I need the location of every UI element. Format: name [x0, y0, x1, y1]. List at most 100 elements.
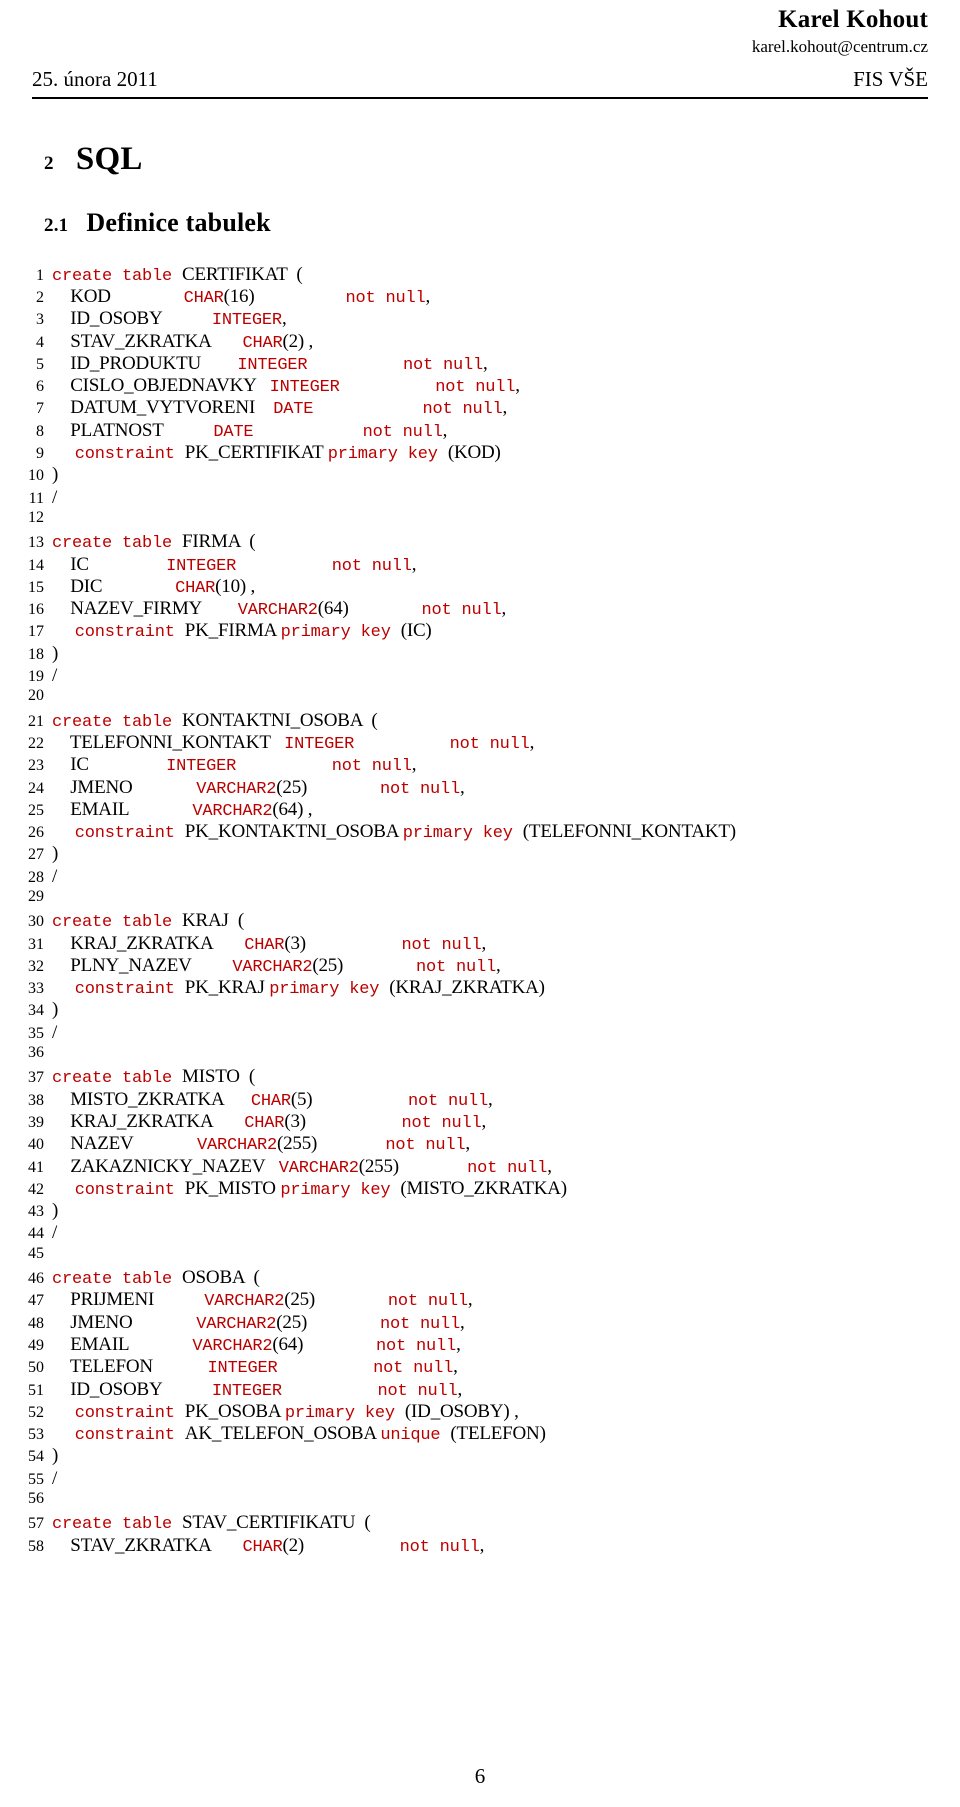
code-token-kw: constraint [74, 445, 185, 465]
code-token-kw: create table [52, 1069, 183, 1089]
code-token-pun [265, 1156, 279, 1177]
code-token-idn: IC [70, 553, 89, 575]
code-line: 57 create table STAV_CERTIFIKATU ( [10, 1512, 942, 1534]
code-token-idn: NAZEV_FIRMY [70, 598, 202, 620]
code-token-pun [52, 1089, 70, 1110]
code-text: NAZEV_FIRMY VARCHAR2(64) not null, [52, 598, 506, 620]
code-line: 28 / [10, 866, 942, 888]
code-line: 30 create table KRAJ ( [10, 910, 942, 932]
line-number: 14 [28, 556, 44, 574]
code-token-pun: ) [52, 1445, 59, 1467]
line-number: 21 [28, 712, 44, 730]
code-token-pun [52, 1312, 70, 1333]
code-token-typ: CHAR [242, 333, 283, 353]
code-token-pun [313, 397, 422, 418]
code-token-kw: unique [380, 1426, 451, 1446]
page-header: Karel Kohout karel.kohout@centrum.cz 25.… [0, 0, 960, 92]
code-text: create table KONTAKTNI_OSOBA ( [52, 710, 378, 732]
section-number: 2 [44, 152, 54, 174]
code-text: ) [52, 464, 58, 486]
code-token-pun [102, 576, 175, 597]
code-token-typ: CHAR [244, 1113, 285, 1133]
line-number: 36 [28, 1044, 44, 1062]
code-token-idn: TELEFONNI_KONTAKT [69, 731, 271, 753]
code-token-kw: primary key [280, 1180, 401, 1200]
line-number: 38 [28, 1091, 44, 1109]
code-text: constraint PK_CERTIFIKAT primary key (KO… [52, 442, 501, 464]
code-line: 46 create table OSOBA ( [10, 1267, 942, 1289]
line-number: 30 [28, 913, 44, 931]
code-token-pun [52, 420, 70, 441]
code-token-idn: (TELEFON) [450, 1423, 546, 1445]
code-line: 20 [10, 687, 942, 709]
author-email: karel.kohout@centrum.cz [751, 36, 928, 56]
code-text: ID_OSOBY INTEGER not null, [52, 1379, 462, 1401]
line-number: 43 [28, 1203, 44, 1221]
code-token-kw: constraint [74, 1403, 185, 1423]
line-number: 51 [28, 1381, 44, 1399]
code-text: KRAJ_ZKRATKA CHAR(3) not null, [52, 933, 486, 955]
code-line: 53 constraint AK_TELEFON_OSOBA unique (T… [10, 1423, 942, 1445]
code-token-pun [224, 1089, 251, 1110]
code-token-idn: (IC) [400, 620, 432, 642]
code-token-kw: create table [52, 1515, 183, 1535]
code-token-kw: create table [52, 534, 183, 554]
line-number: 7 [36, 400, 44, 418]
line-number: 55 [28, 1470, 44, 1488]
code-token-pun [111, 286, 184, 307]
code-line: 10) [10, 464, 942, 486]
document-date: 25. února 2011 [32, 66, 158, 91]
author-name: Karel Kohout [778, 6, 928, 33]
code-line: 42 constraint PK_MISTO primary key (MIST… [10, 1178, 942, 1200]
code-token-pun [255, 397, 273, 418]
code-token-kw: primary key [327, 445, 448, 465]
code-token-kw: not null [421, 601, 502, 621]
code-line: 22 TELEFONNI_KONTAKT INTEGER not null, [10, 732, 942, 754]
code-token-kw: not null [331, 757, 412, 777]
code-token-pun [89, 554, 166, 575]
code-token-kw: not null [399, 1537, 480, 1557]
code-token-pun [282, 1379, 378, 1400]
code-token-pun: ) [52, 464, 59, 486]
code-token-pun: ) [52, 999, 59, 1021]
code-line: 4 STAV_ZKRATKA CHAR(2) , [10, 331, 942, 353]
code-token-idn: PRIJMENI [70, 1289, 155, 1311]
code-token-num: (16) [223, 285, 255, 307]
code-token-pun [306, 1111, 402, 1132]
line-number: 11 [28, 489, 44, 507]
code-token-kw: primary key [280, 623, 401, 643]
code-text: DATUM_VYTVORENI DATE not null, [52, 397, 507, 419]
code-text: JMENO VARCHAR2(25) not null, [52, 776, 464, 799]
code-text: TELEFON INTEGER not null, [52, 1356, 458, 1378]
code-token-kw: not null [377, 1381, 458, 1401]
code-line: 12 [10, 509, 942, 531]
code-token-pun [236, 554, 332, 575]
code-text: constraint PK_OSOBA primary key (ID_OSOB… [52, 1401, 519, 1423]
code-token-idn: PK_KONTAKTNI_OSOBA [184, 821, 403, 843]
code-line: 15 DIC CHAR(10) , [10, 576, 942, 598]
code-line: 43) [10, 1200, 942, 1222]
code-line: 37 create table MISTO ( [10, 1066, 942, 1088]
code-token-typ: CHAR [244, 935, 285, 955]
code-token-typ: VARCHAR2 [232, 957, 313, 977]
code-line: 8 PLATNOST DATE not null, [10, 420, 942, 442]
code-token-idn: (KOD) [447, 442, 501, 464]
code-text: IC INTEGER not null, [52, 554, 416, 576]
code-token-idn: KRAJ ( [182, 910, 244, 932]
code-token-idn: JMENO [70, 776, 133, 798]
line-number: 37 [28, 1069, 44, 1087]
line-number: 31 [28, 935, 44, 953]
code-text: DIC CHAR(10) , [52, 576, 255, 598]
code-token-kw: not null [401, 1113, 482, 1133]
line-number: 33 [28, 980, 44, 998]
code-token-pun [153, 1356, 208, 1377]
code-token-pun: / [52, 865, 58, 887]
code-line: 31 KRAJ_ZKRATKA CHAR(3) not null, [10, 933, 942, 955]
code-token-pun [129, 799, 193, 820]
code-text: KRAJ_ZKRATKA CHAR(3) not null, [52, 1111, 486, 1133]
code-token-pun: , [515, 375, 520, 397]
code-text: ) [52, 643, 58, 665]
code-token-pun: , [487, 1088, 493, 1110]
code-token-kw: create table [52, 712, 183, 732]
code-token-pun [340, 375, 436, 396]
